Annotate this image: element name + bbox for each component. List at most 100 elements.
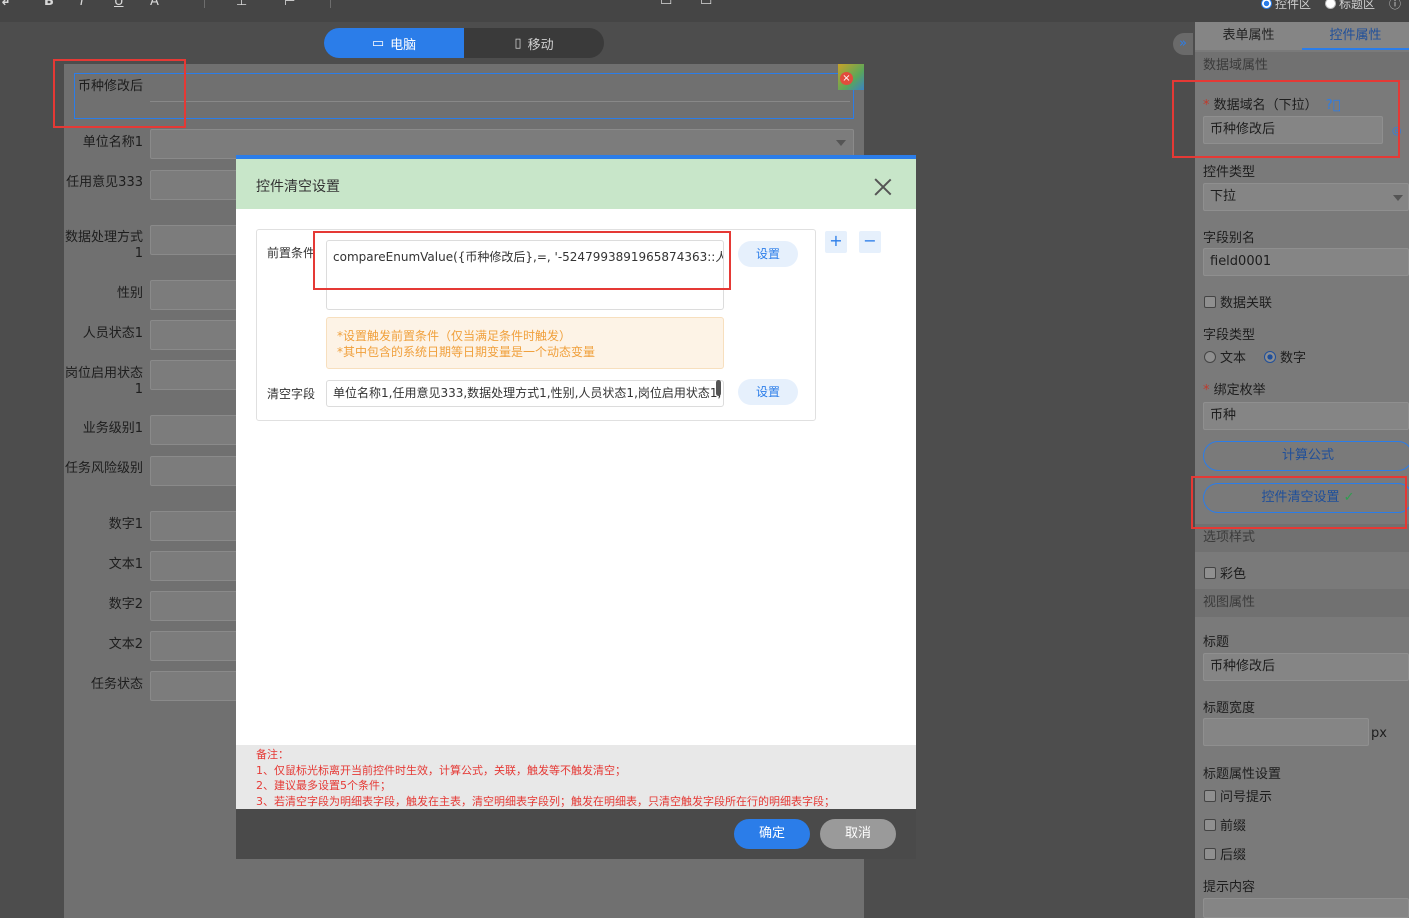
title-width-label: 标题宽度 xyxy=(1203,701,1256,716)
format-icon[interactable]: ↲ xyxy=(0,0,11,9)
form-row-input[interactable] xyxy=(150,225,240,255)
form-row-label: 人员状态1 xyxy=(82,326,143,341)
tip-content-label: 提示内容 xyxy=(1203,880,1256,895)
checkbox-icon xyxy=(1204,818,1216,831)
title-area-radio[interactable]: 标题区 xyxy=(1324,0,1375,12)
field-type-radio-group: 文本 数字 xyxy=(1204,347,1306,366)
precondition-set-button[interactable]: 设置 xyxy=(738,241,798,267)
form-row-input[interactable] xyxy=(150,170,240,200)
font-color-icon[interactable]: A xyxy=(150,0,159,9)
form-row-input[interactable] xyxy=(150,360,240,390)
colorful-checkbox[interactable]: 彩色 xyxy=(1204,563,1246,582)
required-marker: * xyxy=(1203,383,1210,398)
annotation-box xyxy=(1172,80,1400,158)
form-row-label: 任务风险级别 xyxy=(64,461,143,476)
checkbox-icon xyxy=(1204,789,1216,802)
tab-control-properties[interactable]: 控件属性 xyxy=(1302,22,1409,50)
export-icon[interactable]: ▭ xyxy=(700,0,712,9)
clear-fields-label: 清空字段 xyxy=(267,387,316,401)
form-row-input[interactable] xyxy=(150,671,240,701)
control-type-label: 控件类型 xyxy=(1203,165,1256,180)
bind-enum-label: * 绑定枚举 xyxy=(1203,383,1266,398)
close-icon[interactable] xyxy=(874,178,892,196)
title-attr-label: 标题属性设置 xyxy=(1203,767,1282,782)
control-type-select[interactable]: 下拉 xyxy=(1203,183,1409,211)
dialog-footer xyxy=(236,809,916,859)
suffix-checkbox[interactable]: 后缀 xyxy=(1204,844,1246,863)
form-row-label: 文本2 xyxy=(108,637,143,652)
form-row-label: 岗位启用状态1 xyxy=(64,366,143,397)
title-width-input[interactable] xyxy=(1203,718,1369,746)
toolbar-divider xyxy=(330,0,331,8)
underline-icon[interactable]: U xyxy=(114,0,124,9)
control-area-radio[interactable]: 控件区 xyxy=(1260,0,1311,12)
italic-icon[interactable]: I xyxy=(80,0,84,9)
form-row-label: 单位名称1 xyxy=(82,135,143,150)
remove-icon[interactable]: × xyxy=(840,72,853,85)
form-row-label: 数字1 xyxy=(108,517,143,532)
title-label: 标题 xyxy=(1203,635,1230,650)
form-row-input[interactable] xyxy=(150,280,240,310)
form-row-input[interactable] xyxy=(150,591,240,621)
form-row-input[interactable] xyxy=(150,631,240,661)
dialog-notes: 备注： 1、仅鼠标光标离开当前控件时生效，计算公式，关联，触发等不触发清空； 2… xyxy=(236,745,916,809)
radio-text[interactable] xyxy=(1204,350,1216,363)
device-pc-button[interactable]: ▭ 电脑 xyxy=(324,28,464,58)
form-row-input[interactable] xyxy=(150,78,850,102)
tip-content-input[interactable] xyxy=(1203,898,1409,918)
form-row-input[interactable] xyxy=(150,320,240,350)
clear-fields-set-button[interactable]: 设置 xyxy=(738,379,798,405)
question-hint-checkbox[interactable]: 问号提示 xyxy=(1204,786,1272,805)
annotation-box xyxy=(313,231,731,290)
checkbox-icon xyxy=(1204,566,1216,579)
field-alias-input[interactable]: field0001 xyxy=(1203,248,1409,276)
collapse-panel-icon[interactable]: » xyxy=(1173,33,1193,55)
form-row-label: 性别 xyxy=(116,286,143,301)
annotation-box xyxy=(1191,476,1407,529)
section-data-field: 数据域属性 xyxy=(1195,52,1409,80)
phone-icon: ▯ xyxy=(514,35,522,51)
form-row-label: 文本1 xyxy=(108,557,143,572)
calc-formula-button[interactable]: 计算公式 xyxy=(1203,441,1409,471)
save-icon[interactable]: ▭ xyxy=(660,0,672,9)
prefix-checkbox[interactable]: 前缀 xyxy=(1204,815,1246,834)
property-tabs: 表单属性 控件属性 xyxy=(1195,22,1409,50)
px-unit: px xyxy=(1371,726,1387,741)
radio-dot-icon xyxy=(1260,0,1272,9)
device-mobile-button[interactable]: ▯ 移动 xyxy=(464,28,604,58)
bold-icon[interactable]: B xyxy=(44,0,54,9)
radio-number[interactable] xyxy=(1264,350,1277,363)
monitor-icon: ▭ xyxy=(371,35,385,51)
form-row-input[interactable] xyxy=(150,415,240,445)
form-row-input[interactable] xyxy=(150,456,240,486)
radio-dot-icon xyxy=(1324,0,1336,9)
toolbar-divider xyxy=(204,0,205,8)
form-row-label: 业务级别1 xyxy=(82,421,143,436)
title-input[interactable]: 币种修改后 xyxy=(1203,653,1409,681)
device-toggle: ▭ 电脑 ▯ 移动 xyxy=(324,28,604,58)
data-relation-checkbox[interactable]: 数据关联 xyxy=(1204,292,1272,311)
checkbox-icon xyxy=(1204,295,1216,308)
area-radio-group: 控件区 标题区 ⓘ xyxy=(1260,0,1401,12)
align-icon[interactable]: ⊥ xyxy=(236,0,247,9)
add-condition-button[interactable]: + xyxy=(825,231,847,253)
cancel-button[interactable]: 取消 xyxy=(820,819,896,849)
info-icon[interactable]: ⓘ xyxy=(1389,0,1401,12)
confirm-button[interactable]: 确定 xyxy=(734,819,810,849)
form-row-input[interactable] xyxy=(150,551,240,581)
form-row-label: 任用意见333 xyxy=(66,175,143,190)
checkbox-icon xyxy=(1204,847,1216,860)
field-alias-label: 字段别名 xyxy=(1203,231,1256,246)
remove-condition-button[interactable]: − xyxy=(859,231,881,253)
dropdown-arrow-icon xyxy=(836,140,846,146)
dialog-title: 控件清空设置 xyxy=(256,179,340,195)
form-row-input[interactable] xyxy=(150,511,240,541)
form-row-label: 数字2 xyxy=(108,597,143,612)
redo-icon[interactable]: ⊢ xyxy=(284,0,295,9)
bind-enum-input[interactable]: 币种 xyxy=(1203,402,1409,430)
clear-fields-input[interactable]: 单位名称1,任用意见333,数据处理方式1,性别,人员状态1,岗位启用状态1, xyxy=(326,380,724,407)
field-type-label: 字段类型 xyxy=(1203,328,1256,343)
tab-form-properties[interactable]: 表单属性 xyxy=(1195,22,1302,50)
field-scrollbar[interactable] xyxy=(716,380,721,396)
section-view: 视图属性 xyxy=(1195,589,1409,617)
